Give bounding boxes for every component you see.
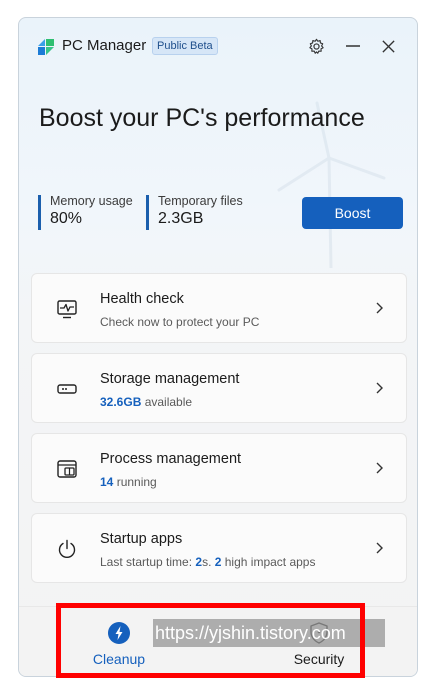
process-running-value: 14 xyxy=(100,475,114,489)
process-running-suffix: running xyxy=(113,475,157,489)
process-management-title: Process management xyxy=(100,451,242,467)
storage-available-suffix: available xyxy=(141,395,193,409)
red-highlight-box xyxy=(56,603,365,678)
storage-management-card[interactable]: Storage management 32.6GB available xyxy=(31,353,407,423)
pc-manager-window: PC Manager Public Beta Boost your PC's p… xyxy=(18,17,418,677)
startup-time-mid: s. xyxy=(202,555,215,569)
pc-manager-logo-icon xyxy=(38,39,54,55)
gear-icon xyxy=(308,38,324,54)
chevron-right-icon xyxy=(376,302,383,314)
health-check-card[interactable]: Health check Check now to protect your P… xyxy=(31,273,407,343)
hard-drive-icon xyxy=(57,384,77,394)
temporary-files-value: 2.3GB xyxy=(158,210,204,227)
storage-management-title: Storage management xyxy=(100,371,240,387)
settings-button[interactable] xyxy=(306,36,326,56)
health-check-title: Health check xyxy=(100,291,184,307)
app-title: PC Manager xyxy=(62,37,147,54)
startup-apps-subtitle: Last startup time: 2s. 2 high impact app… xyxy=(100,555,315,569)
process-management-card[interactable]: Process management 14 running xyxy=(31,433,407,503)
health-check-subtitle: Check now to protect your PC xyxy=(100,315,260,329)
memory-usage-label: Memory usage xyxy=(50,194,133,208)
memory-usage-value: 80% xyxy=(50,210,83,227)
minimize-button[interactable] xyxy=(343,36,363,56)
temporary-files-label: Temporary files xyxy=(158,194,243,208)
temporary-files-stat: Temporary files 2.3GB xyxy=(146,194,243,230)
process-window-icon xyxy=(57,460,77,478)
minimize-icon xyxy=(346,45,360,47)
page-headline: Boost your PC's performance xyxy=(39,104,365,132)
close-icon xyxy=(381,39,395,53)
process-management-subtitle: 14 running xyxy=(100,475,157,489)
close-button[interactable] xyxy=(378,36,398,56)
startup-time-prefix: Last startup time: xyxy=(100,555,196,569)
startup-apps-card[interactable]: Startup apps Last startup time: 2s. 2 hi… xyxy=(31,513,407,583)
memory-usage-stat: Memory usage 80% xyxy=(38,194,133,230)
public-beta-badge: Public Beta xyxy=(152,37,218,55)
boost-button[interactable]: Boost xyxy=(302,197,403,229)
power-icon xyxy=(58,539,76,558)
health-monitor-icon xyxy=(57,300,77,319)
storage-available-value: 32.6GB xyxy=(100,395,142,409)
chevron-right-icon xyxy=(376,382,383,394)
chevron-right-icon xyxy=(376,462,383,474)
title-bar: PC Manager Public Beta xyxy=(19,18,417,74)
chevron-right-icon xyxy=(376,542,383,554)
startup-apps-title: Startup apps xyxy=(100,531,183,547)
storage-management-subtitle: 32.6GB available xyxy=(100,395,192,409)
high-impact-suffix: high impact apps xyxy=(221,555,316,569)
